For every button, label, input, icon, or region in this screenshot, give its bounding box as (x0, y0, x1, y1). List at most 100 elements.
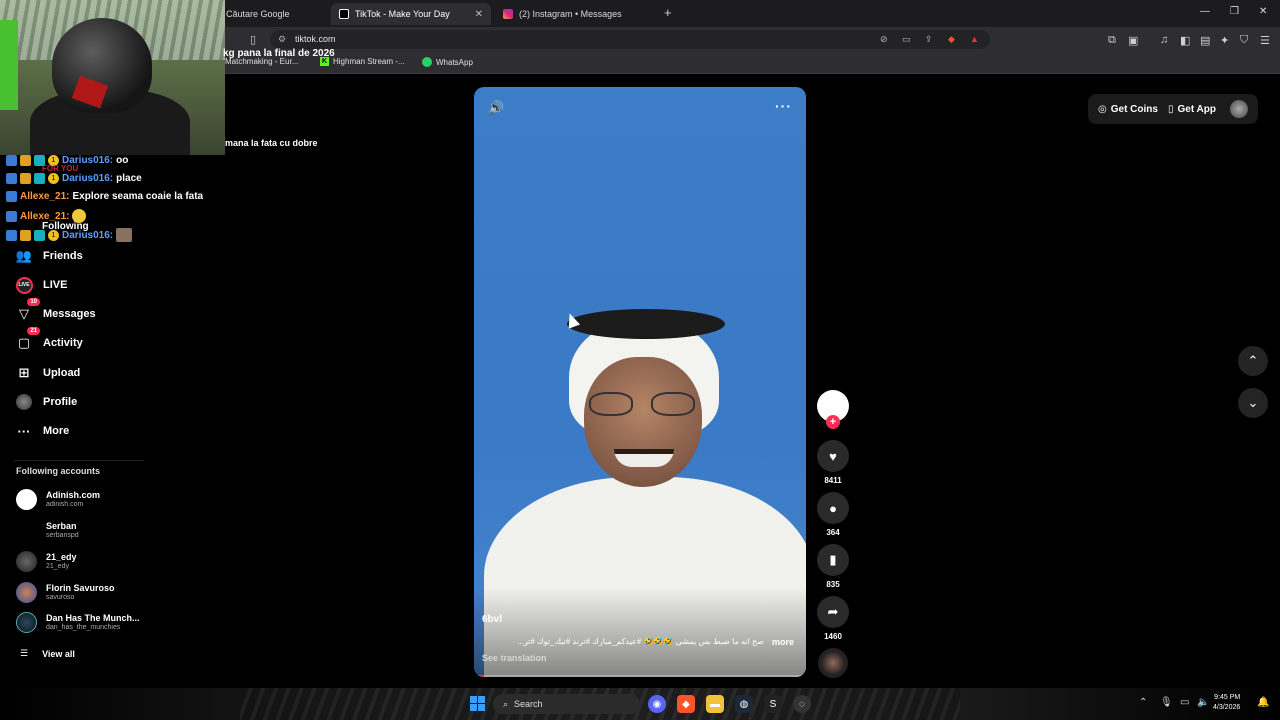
tray-overflow-icon[interactable]: ⌃ (1139, 697, 1147, 708)
sidebar-item-upload[interactable]: ⊞ Upload (14, 363, 81, 383)
new-tab-button[interactable]: + (664, 5, 672, 20)
microphone-icon[interactable]: 🎙 (1160, 697, 1173, 708)
badge-icon (6, 173, 17, 184)
sidebar-item-messages[interactable]: ▽ 10 Messages (14, 298, 96, 324)
following-account-item[interactable]: 21_edy 21_edy (16, 551, 77, 572)
cast-icon[interactable]: ▭ (902, 34, 911, 45)
menu-icon[interactable]: ☰ (1260, 34, 1270, 47)
get-app-button[interactable]: ▯ Get App (1168, 104, 1216, 115)
badge-count: 1 (48, 229, 59, 241)
site-info-icon[interactable]: ⚙ (278, 34, 286, 45)
sidebar-item-profile[interactable]: Profile (14, 392, 77, 412)
chevron-up-icon: ⌃ (1247, 353, 1259, 368)
comment-icon: ● (829, 500, 837, 516)
extensions-icon[interactable]: ⧉ (1108, 34, 1116, 47)
see-translation-button[interactable]: See translation (482, 653, 547, 663)
chat-username: Darius016: (62, 229, 114, 241)
minimize-icon[interactable]: — (1200, 6, 1210, 17)
bookmark-icon[interactable]: ▯ (250, 33, 256, 46)
steam-icon[interactable]: ◍ (735, 695, 753, 713)
system-clock[interactable]: 9:45 PM 4/3/2026 (1213, 693, 1240, 713)
tab-instagram[interactable]: (2) Instagram • Messages (495, 3, 655, 25)
save-button[interactable]: ▮ (817, 544, 849, 576)
user-avatar[interactable] (1230, 100, 1248, 118)
network-icon[interactable]: ▭ (1180, 697, 1189, 708)
volume-icon[interactable]: 🔊 (488, 100, 504, 116)
url-text: tiktok.com (295, 34, 336, 44)
following-account-item[interactable]: Serban serbanspd (16, 520, 79, 541)
get-coins-button[interactable]: ◎ Get Coins (1098, 104, 1158, 115)
start-button[interactable] (470, 696, 485, 711)
volume-tray-icon[interactable]: 🔈 (1197, 697, 1209, 708)
taskbar-search[interactable]: ⌕ Search (493, 694, 640, 714)
caption-more-button[interactable]: more (772, 637, 794, 647)
share-icon[interactable]: ⇪ (925, 34, 933, 45)
for-you-nav[interactable]: FOR YOU (42, 164, 78, 173)
next-video-button[interactable]: ⌄ (1238, 388, 1268, 418)
close-tab-icon[interactable]: ✕ (475, 9, 483, 20)
following-account-item[interactable]: Florin Savuroso savuroso (16, 582, 115, 603)
upload-icon: ⊞ (18, 365, 30, 380)
previous-video-button[interactable]: ⌃ (1238, 346, 1268, 376)
badge-icon (6, 210, 17, 222)
discord-icon[interactable]: ◉ (648, 695, 666, 713)
file-explorer-icon[interactable]: ▬ (706, 695, 724, 713)
no-tracking-icon[interactable]: ⊘ (880, 34, 888, 45)
tab-label: Căutare Google (226, 9, 290, 19)
video-player[interactable]: 🔊 ··· 6bvl صح انه ما ضبط بس يمشي 🤣🤣🤣 #عي… (474, 87, 806, 677)
image-emote-icon (116, 228, 133, 242)
share-button[interactable]: ➦ (817, 596, 849, 628)
sidebar-item-friends[interactable]: 👥 Friends (14, 246, 83, 266)
bookmark-icon: ▮ (829, 552, 837, 567)
video-progress-bar[interactable] (474, 675, 806, 677)
comment-button[interactable]: ● (817, 492, 849, 524)
video-author[interactable]: 6bvl (482, 614, 502, 625)
video-overlay-gradient (474, 587, 806, 677)
brave-icon[interactable]: ◆ (677, 695, 695, 713)
avatar (16, 520, 37, 541)
video-content (589, 392, 699, 416)
view-all-button[interactable]: ☰ View all (20, 648, 75, 659)
more-options-icon[interactable]: ··· (775, 98, 792, 114)
app-icon[interactable]: ◌ (793, 695, 811, 713)
sidebar-item-activity[interactable]: ▢ 21 Activity (14, 327, 83, 353)
avatar (16, 489, 37, 510)
window-close-icon[interactable]: ✕ (1259, 6, 1267, 17)
follow-plus-icon[interactable]: + (826, 415, 840, 429)
brave-shields-icon[interactable]: ◆ (948, 34, 955, 45)
sidebar-toggle-icon[interactable]: ◧ (1180, 34, 1190, 47)
bookmark-whatsapp[interactable]: WhatsApp (422, 57, 473, 67)
tab-google[interactable]: Căutare Google (218, 3, 328, 25)
badge-icon (34, 173, 45, 184)
music-disc-icon[interactable] (818, 648, 848, 678)
badge-count: 1 (48, 173, 59, 184)
wallet-icon[interactable]: ▣ (1128, 34, 1138, 47)
sidebar-item-live[interactable]: LIVE LIVE (14, 275, 67, 295)
badge-icon (6, 229, 17, 241)
divider (14, 460, 144, 461)
like-button[interactable]: ♥ (817, 440, 849, 472)
video-caption: صح انه ما ضبط بس يمشي 🤣🤣🤣 #عيدكم_مبارك #… (517, 637, 764, 646)
video-content (567, 309, 725, 339)
following-account-item[interactable]: Dan Has The Munch... dan_has_the_munchie… (16, 612, 140, 633)
chat-message: Allexe_21: Explore seama coaie la fata (6, 191, 203, 202)
url-field[interactable]: ⚙ tiktok.com ⊘ ▭ ⇪ ◆ ▲ (270, 30, 990, 49)
brave-rewards-icon[interactable]: ▲ (970, 34, 979, 44)
tab-label: (2) Instagram • Messages (519, 9, 622, 19)
app-icon[interactable]: S (764, 695, 782, 713)
crypto-wallet-icon[interactable]: ▤ (1200, 34, 1210, 47)
leo-ai-icon[interactable]: ✦ (1220, 34, 1229, 47)
avatar (16, 612, 37, 633)
music-icon[interactable]: ♫ (1160, 34, 1168, 46)
sidebar-item-more[interactable]: ··· More (14, 421, 70, 441)
notification-icon[interactable]: 🔔 (1257, 697, 1269, 708)
stream-overlay-text: mana la fata cu dobre (225, 138, 318, 148)
chat-username: Darius016: (62, 173, 114, 184)
avatar (16, 551, 37, 572)
crown-badge-icon (20, 173, 31, 184)
vpn-icon[interactable]: ⛉ (1240, 34, 1248, 47)
tab-tiktok[interactable]: TikTok - Make Your Day ✕ (331, 3, 491, 25)
restore-icon[interactable]: ❐ (1230, 6, 1239, 17)
video-content (614, 449, 674, 467)
following-account-item[interactable]: Adinish.com adinish.com (16, 489, 100, 510)
